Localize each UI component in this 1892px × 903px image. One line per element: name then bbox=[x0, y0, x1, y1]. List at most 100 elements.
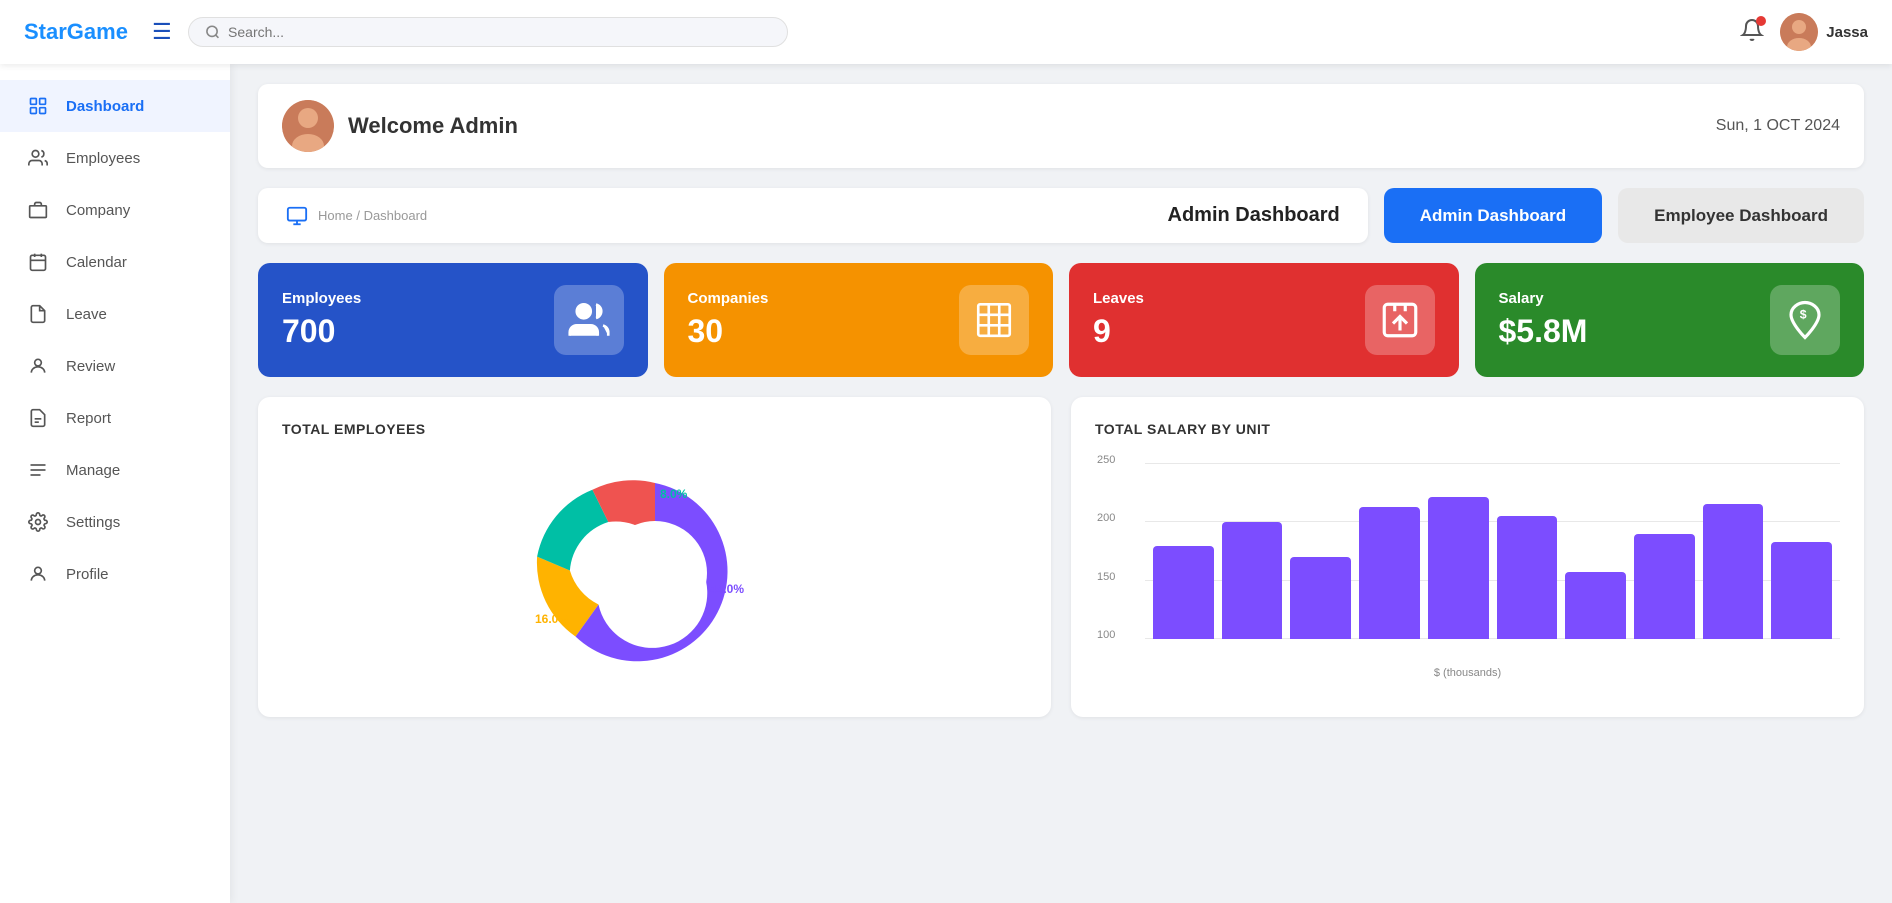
user-name: Jassa bbox=[1826, 24, 1868, 41]
employees-icon bbox=[24, 144, 52, 172]
donut-chart-card: TOTAL EMPLOYEES bbox=[258, 397, 1051, 717]
bar-column bbox=[1497, 516, 1558, 639]
report-icon bbox=[24, 404, 52, 432]
sidebar-item-label: Company bbox=[66, 202, 130, 219]
welcome-avatar bbox=[282, 100, 334, 152]
bar bbox=[1565, 572, 1626, 640]
sidebar-item-label: Settings bbox=[66, 514, 120, 531]
bar-chart-inner: 250 200 150 100 bbox=[1095, 463, 1840, 663]
bar-column bbox=[1771, 542, 1832, 640]
bar bbox=[1290, 557, 1351, 640]
topnav: StarGame ☰ Jassa bbox=[0, 0, 1892, 64]
welcome-bar: Welcome Admin Sun, 1 OCT 2024 bbox=[258, 84, 1864, 168]
sidebar-item-profile[interactable]: Profile bbox=[0, 548, 230, 600]
sidebar-item-settings[interactable]: Settings bbox=[0, 496, 230, 548]
hamburger-icon[interactable]: ☰ bbox=[152, 19, 172, 45]
bottom-section: TOTAL EMPLOYEES bbox=[258, 397, 1864, 717]
breadcrumb-left: Home / Dashboard bbox=[286, 205, 427, 227]
user-menu[interactable]: Jassa bbox=[1780, 13, 1868, 51]
main-content: Welcome Admin Sun, 1 OCT 2024 Home / Das… bbox=[230, 64, 1892, 903]
stat-label: Salary bbox=[1499, 290, 1588, 307]
bar-column bbox=[1634, 534, 1695, 639]
breadcrumb-card: Home / Dashboard Admin Dashboard bbox=[258, 188, 1368, 243]
bar-chart: 250 200 150 100 $ (thousands) bbox=[1095, 453, 1840, 689]
sidebar-item-label: Calendar bbox=[66, 254, 127, 271]
sidebar-item-label: Employees bbox=[66, 150, 140, 167]
stat-cards: Employees 700 Companies 30 bbox=[258, 263, 1864, 377]
sidebar-item-dashboard[interactable]: Dashboard bbox=[0, 80, 230, 132]
svg-text:44.0%: 44.0% bbox=[710, 582, 744, 596]
sidebar-item-label: Leave bbox=[66, 306, 107, 323]
bar-chart-card: TOTAL SALARY BY UNIT 250 200 150 100 $ (… bbox=[1071, 397, 1864, 717]
manage-icon bbox=[24, 456, 52, 484]
companies-stat-icon bbox=[959, 285, 1029, 355]
monitor-icon bbox=[286, 205, 308, 227]
stat-info: Employees 700 bbox=[282, 290, 361, 350]
bar bbox=[1703, 504, 1764, 639]
bar bbox=[1497, 516, 1558, 639]
stat-value: 700 bbox=[282, 313, 361, 350]
stat-value: 9 bbox=[1093, 313, 1144, 350]
notification-button[interactable] bbox=[1740, 18, 1764, 47]
leave-icon bbox=[24, 300, 52, 328]
sidebar-item-label: Dashboard bbox=[66, 98, 144, 115]
sidebar-item-employees[interactable]: Employees bbox=[0, 132, 230, 184]
bar bbox=[1153, 546, 1214, 639]
welcome-left: Welcome Admin bbox=[282, 100, 518, 152]
bar bbox=[1771, 542, 1832, 640]
bar-column bbox=[1290, 557, 1351, 640]
home-icon bbox=[24, 92, 52, 120]
sidebar-item-calendar[interactable]: Calendar bbox=[0, 236, 230, 288]
stat-card-employees: Employees 700 bbox=[258, 263, 648, 377]
stat-card-salary: Salary $5.8M $ bbox=[1475, 263, 1865, 377]
bar bbox=[1428, 497, 1489, 640]
sidebar-item-label: Manage bbox=[66, 462, 120, 479]
sidebar-item-review[interactable]: Review bbox=[0, 340, 230, 392]
stat-label: Employees bbox=[282, 290, 361, 307]
brand-logo: StarGame bbox=[24, 19, 128, 45]
bar-column bbox=[1222, 522, 1283, 639]
company-icon bbox=[24, 196, 52, 224]
breadcrumb-title: Admin Dashboard bbox=[1168, 204, 1340, 227]
sidebar-item-company[interactable]: Company bbox=[0, 184, 230, 236]
welcome-date: Sun, 1 OCT 2024 bbox=[1716, 117, 1840, 135]
profile-icon bbox=[24, 560, 52, 588]
sidebar-item-label: Profile bbox=[66, 566, 109, 583]
leaves-stat-icon bbox=[1365, 285, 1435, 355]
stat-info: Salary $5.8M bbox=[1499, 290, 1588, 350]
stat-value: $5.8M bbox=[1499, 313, 1588, 350]
sidebar-item-label: Report bbox=[66, 410, 111, 427]
search-input[interactable] bbox=[228, 24, 771, 40]
donut-chart-title: TOTAL EMPLOYEES bbox=[282, 421, 1027, 437]
bar bbox=[1634, 534, 1695, 639]
sidebar-item-leave[interactable]: Leave bbox=[0, 288, 230, 340]
layout: Dashboard Employees Company Calendar Lea… bbox=[0, 64, 1892, 903]
employee-dashboard-tab[interactable]: Employee Dashboard bbox=[1618, 188, 1864, 243]
sidebar-item-report[interactable]: Report bbox=[0, 392, 230, 444]
stat-value: 30 bbox=[688, 313, 769, 350]
stat-info: Companies 30 bbox=[688, 290, 769, 350]
svg-text:$: $ bbox=[1800, 307, 1807, 321]
breadcrumb-row: Home / Dashboard Admin Dashboard Admin D… bbox=[258, 188, 1864, 243]
settings-icon bbox=[24, 508, 52, 536]
bar-column bbox=[1703, 504, 1764, 639]
y-axis-label: $ (thousands) bbox=[1095, 667, 1840, 679]
bar-column bbox=[1153, 546, 1214, 639]
stat-card-companies: Companies 30 bbox=[664, 263, 1054, 377]
sidebar-item-manage[interactable]: Manage bbox=[0, 444, 230, 496]
svg-text:16.0%: 16.0% bbox=[535, 612, 569, 626]
notification-dot bbox=[1756, 16, 1766, 26]
sidebar: Dashboard Employees Company Calendar Lea… bbox=[0, 64, 230, 903]
bars bbox=[1145, 463, 1840, 639]
admin-dashboard-tab[interactable]: Admin Dashboard bbox=[1384, 188, 1602, 243]
bar-column bbox=[1359, 507, 1420, 639]
search-icon bbox=[205, 24, 220, 40]
svg-text:8.0%: 8.0% bbox=[660, 487, 688, 501]
bar-chart-title: TOTAL SALARY BY UNIT bbox=[1095, 421, 1840, 437]
stat-label: Leaves bbox=[1093, 290, 1144, 307]
stat-label: Companies bbox=[688, 290, 769, 307]
breadcrumb-path: Home / Dashboard bbox=[318, 208, 427, 223]
calendar-icon bbox=[24, 248, 52, 276]
salary-stat-icon: $ bbox=[1770, 285, 1840, 355]
search-bar bbox=[188, 17, 788, 47]
